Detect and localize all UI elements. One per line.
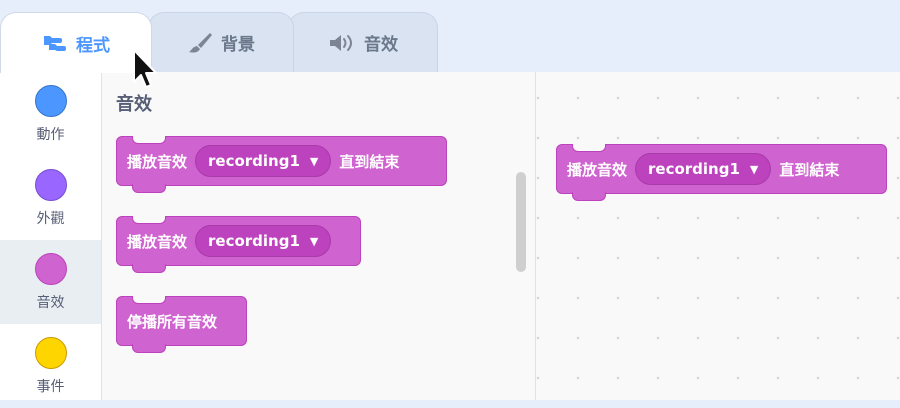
category-label: 外觀 [36, 211, 65, 227]
category-label: 動作 [36, 127, 65, 143]
start-sound-block[interactable]: 播放音效 recording1 ▼ [116, 216, 361, 273]
block-palette: 音效 播放音效 recording1 ▼ 直到結束 播放音效 recording… [102, 72, 536, 400]
block-text: 直到結束 [339, 152, 400, 171]
sound-dropdown-value: recording1 [208, 152, 300, 170]
looks-color-dot [34, 169, 67, 201]
category-motion[interactable]: 動作 [0, 72, 101, 156]
palette-scrollbar[interactable] [516, 172, 526, 272]
tab-backdrops-label: 背景 [221, 35, 255, 55]
block-text: 播放音效 [127, 232, 188, 251]
category-label: 音效 [36, 295, 65, 311]
paintbrush-icon [187, 32, 213, 54]
category-label: 事件 [36, 379, 65, 395]
sound-dropdown[interactable]: recording1 ▼ [635, 153, 772, 185]
sound-dropdown[interactable]: recording1 ▼ [195, 225, 332, 257]
tab-code[interactable]: 程式 [0, 12, 152, 73]
play-sound-until-done-block[interactable]: 播放音效 recording1 ▼ 直到結束 [556, 144, 887, 201]
speaker-icon [328, 33, 356, 53]
tab-backdrops[interactable]: 背景 [148, 12, 294, 72]
category-events[interactable]: 事件 [0, 324, 101, 408]
motion-color-dot [34, 85, 67, 117]
caret-down-icon: ▼ [309, 234, 319, 248]
mouse-pointer-icon [131, 48, 161, 96]
block-text: 播放音效 [567, 160, 628, 179]
stop-all-sounds-block[interactable]: 停播所有音效 [116, 296, 247, 353]
tab-sounds[interactable]: 音效 [288, 12, 438, 72]
tab-sounds-label: 音效 [364, 35, 398, 55]
tab-code-label: 程式 [76, 35, 110, 56]
category-looks[interactable]: 外觀 [0, 156, 101, 240]
category-sound[interactable]: 音效 [0, 240, 101, 324]
events-color-dot [34, 337, 67, 369]
category-menu: 動作 外觀 音效 事件 [0, 72, 102, 400]
sound-color-dot [34, 253, 67, 285]
sound-dropdown[interactable]: recording1 ▼ [195, 145, 332, 177]
sound-dropdown-value: recording1 [208, 232, 300, 250]
code-blocks-icon [42, 34, 68, 52]
sound-dropdown-value: recording1 [648, 160, 740, 178]
caret-down-icon: ▼ [749, 162, 759, 176]
block-text: 播放音效 [127, 152, 188, 171]
caret-down-icon: ▼ [309, 154, 319, 168]
script-workspace[interactable]: 播放音效 recording1 ▼ 直到結束 [536, 72, 900, 400]
block-text: 停播所有音效 [127, 312, 218, 331]
play-sound-until-done-block[interactable]: 播放音效 recording1 ▼ 直到結束 [116, 136, 447, 193]
block-text: 直到結束 [779, 160, 840, 179]
